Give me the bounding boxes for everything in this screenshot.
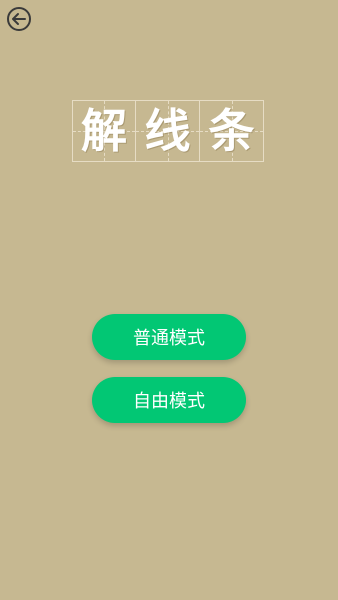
free-mode-button[interactable]: 自由模式 [92,377,246,423]
normal-mode-label: 普通模式 [133,328,205,349]
back-button[interactable] [5,5,33,33]
title-char: 解 [81,104,127,158]
normal-mode-button[interactable]: 普通模式 [92,314,246,360]
title-char: 线 [144,104,191,158]
game-title: 解 线 条 [72,100,264,162]
title-grid-cell: 线 [136,100,200,162]
title-grid-cell: 条 [200,100,264,162]
title-char: 条 [208,104,255,158]
back-arrow-circle-icon [7,7,31,31]
title-grid-cell: 解 [72,100,136,162]
free-mode-label: 自由模式 [133,391,205,412]
